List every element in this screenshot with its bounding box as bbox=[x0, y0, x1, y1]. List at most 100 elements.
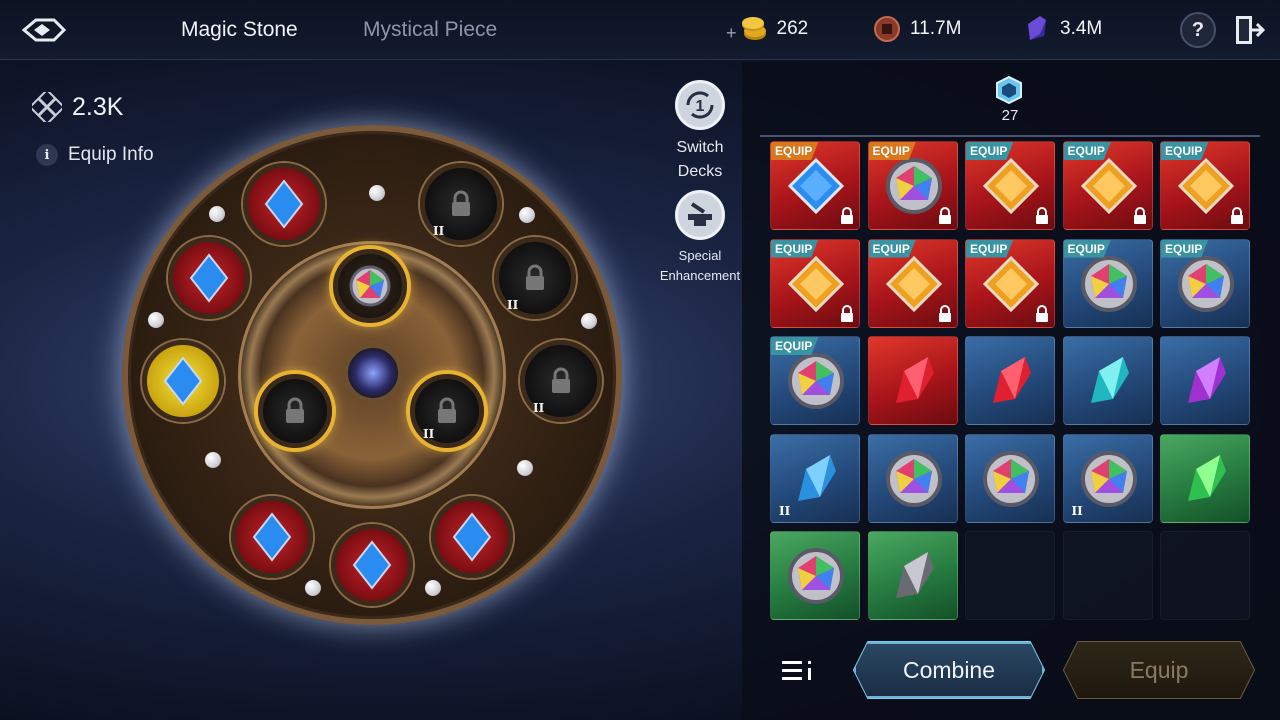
orange-diamond-icon bbox=[1177, 157, 1235, 215]
center-stone[interactable] bbox=[344, 344, 402, 402]
lock-icon bbox=[552, 367, 570, 393]
equip-tag: EQUIP bbox=[966, 239, 1014, 258]
orange-diamond-icon bbox=[982, 157, 1040, 215]
switch-decks-icon: 1 bbox=[675, 80, 725, 130]
blue-diamond-icon bbox=[163, 356, 203, 406]
rainbow-orb-icon bbox=[983, 450, 1039, 507]
inventory-item[interactable] bbox=[965, 336, 1055, 425]
lock-icon bbox=[1133, 207, 1146, 224]
gold-currency[interactable]: + 262 bbox=[726, 14, 808, 44]
inventory-item[interactable] bbox=[965, 433, 1055, 523]
slot-blue-gem[interactable] bbox=[168, 237, 250, 319]
inventory-item[interactable]: EQUIP bbox=[770, 238, 860, 328]
help-button[interactable]: ? bbox=[1180, 12, 1216, 48]
slot-locked[interactable]: II bbox=[420, 163, 502, 245]
bronze-coin-icon bbox=[872, 14, 902, 44]
slot-blue-gem[interactable] bbox=[431, 496, 513, 578]
equip-tag: EQUIP bbox=[868, 239, 916, 258]
inventory-item[interactable]: EQUIP bbox=[1062, 238, 1153, 328]
equip-tag: EQUIP bbox=[1063, 142, 1111, 160]
inventory-item[interactable]: II bbox=[770, 433, 860, 523]
slot-blue-gem[interactable] bbox=[142, 340, 224, 422]
inventory-item[interactable]: EQUIP bbox=[1062, 141, 1153, 230]
rainbow-orb-icon bbox=[788, 353, 844, 409]
back-icon[interactable] bbox=[18, 12, 74, 48]
inventory-item[interactable] bbox=[1062, 336, 1153, 425]
slot-blue-gem[interactable] bbox=[231, 496, 313, 578]
crystal-value: 3.4M bbox=[1060, 18, 1103, 39]
inventory-item[interactable]: EQUIP bbox=[965, 238, 1055, 328]
inventory-item[interactable]: EQUIP bbox=[867, 141, 958, 230]
slot-locked[interactable]: II bbox=[520, 340, 602, 422]
red-shard-icon bbox=[895, 357, 934, 403]
inventory-item[interactable] bbox=[867, 531, 958, 620]
bronze-currency[interactable]: 11.7M bbox=[872, 14, 961, 44]
slot-locked[interactable] bbox=[258, 374, 332, 448]
blue-diamond-icon bbox=[352, 540, 392, 590]
equip-tag: EQUIP bbox=[771, 337, 819, 355]
lock-icon bbox=[938, 304, 951, 322]
gold-value: 262 bbox=[776, 18, 809, 39]
orange-diamond-icon bbox=[885, 255, 942, 312]
blue-shard-icon bbox=[798, 454, 836, 501]
equip-info-label: Equip Info bbox=[68, 144, 154, 165]
blue-diamond-icon bbox=[452, 512, 492, 562]
inventory-item[interactable]: EQUIP bbox=[867, 238, 958, 328]
special-enhancement-button[interactable]: Special Enhancement bbox=[654, 190, 746, 286]
equip-button[interactable]: Equip bbox=[1064, 642, 1254, 698]
slot-locked[interactable]: II bbox=[410, 374, 484, 448]
slot-rainbow-gem[interactable] bbox=[333, 249, 407, 323]
help-icon: ? bbox=[1191, 18, 1205, 41]
crossed-swords-icon bbox=[32, 92, 62, 122]
inventory-item[interactable] bbox=[867, 433, 958, 523]
sort-filter-button[interactable] bbox=[780, 656, 816, 686]
purple-crystal-icon bbox=[1022, 14, 1052, 44]
rainbow-orb-icon bbox=[1080, 450, 1137, 507]
orange-diamond-icon bbox=[982, 255, 1040, 312]
board-pearl bbox=[148, 312, 164, 328]
inventory-item[interactable] bbox=[1160, 433, 1250, 523]
tier-label: II bbox=[507, 298, 519, 312]
lock-icon bbox=[526, 264, 544, 290]
inventory-item[interactable]: EQUIP bbox=[965, 141, 1055, 230]
slot-blue-gem[interactable] bbox=[243, 163, 325, 245]
board-pearl bbox=[209, 206, 225, 222]
equip-tag: EQUIP bbox=[868, 142, 916, 160]
inventory-item[interactable] bbox=[867, 336, 958, 425]
orange-diamond-icon bbox=[787, 255, 845, 312]
inventory-item[interactable]: II bbox=[1062, 433, 1153, 523]
tab-magic-stone[interactable]: Magic Stone bbox=[181, 18, 298, 42]
add-icon[interactable]: + bbox=[726, 23, 737, 44]
inventory-item[interactable] bbox=[1160, 336, 1250, 425]
slot-locked[interactable]: II bbox=[494, 237, 576, 319]
blue-diamond-icon bbox=[189, 253, 229, 303]
rainbow-orb-icon bbox=[788, 548, 844, 604]
empty-slot bbox=[1062, 531, 1153, 620]
equip-info-button[interactable]: i Equip Info bbox=[36, 144, 154, 166]
sort-list-icon bbox=[782, 661, 811, 680]
anvil-hammer-icon bbox=[675, 190, 725, 240]
exit-icon[interactable] bbox=[1232, 12, 1266, 48]
equip-tag: EQUIP bbox=[771, 142, 819, 160]
inventory-item[interactable]: EQUIP bbox=[770, 141, 860, 230]
equip-tag: EQUIP bbox=[1161, 142, 1209, 160]
inventory-item[interactable] bbox=[770, 531, 860, 620]
inventory-item[interactable]: EQUIP bbox=[770, 336, 860, 425]
inventory-item[interactable]: EQUIP bbox=[1160, 238, 1250, 328]
equip-tag: EQUIP bbox=[1063, 239, 1111, 258]
equip-tag: EQUIP bbox=[966, 142, 1014, 160]
tier-label: II bbox=[433, 224, 445, 238]
inventory-item[interactable]: EQUIP bbox=[1160, 141, 1250, 230]
teal-shard-icon bbox=[1090, 357, 1129, 403]
switch-decks-button[interactable]: 1 Switch Decks bbox=[670, 80, 730, 184]
empty-slot bbox=[1160, 531, 1250, 620]
crystal-currency[interactable]: 3.4M bbox=[1022, 14, 1102, 44]
combine-button[interactable]: Combine bbox=[854, 642, 1044, 698]
green-shard-icon bbox=[1188, 454, 1226, 501]
deck-number: 1 bbox=[696, 98, 705, 115]
rainbow-orb-icon bbox=[1080, 255, 1137, 312]
orange-diamond-icon bbox=[1080, 157, 1137, 215]
slot-blue-gem[interactable] bbox=[331, 524, 413, 606]
tab-mystical-piece[interactable]: Mystical Piece bbox=[363, 18, 497, 42]
info-icon: i bbox=[36, 144, 58, 166]
